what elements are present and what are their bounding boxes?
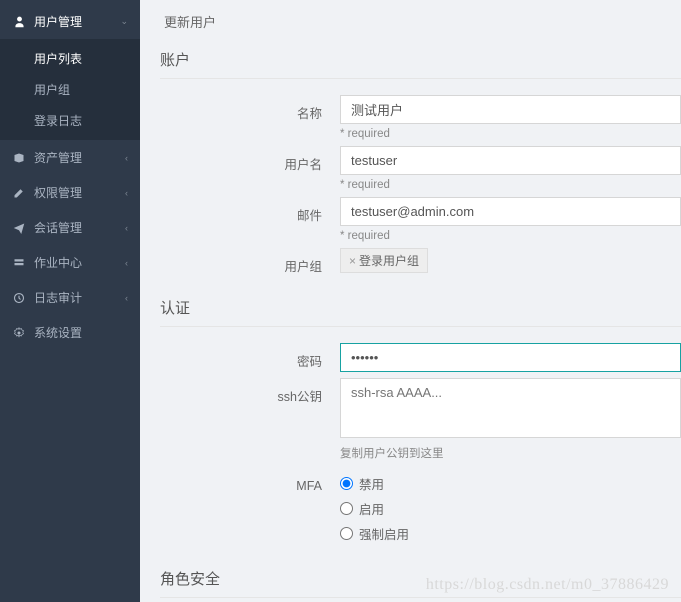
sidebar-label: 系统设置 [34,324,128,341]
send-icon [12,221,26,235]
sidebar-item-perms[interactable]: 权限管理 ‹ [0,175,140,210]
password-input[interactable] [340,343,681,372]
section-account: 账户 [160,49,681,79]
sidebar-item-assets[interactable]: 资产管理 ‹ [0,140,140,175]
name-input[interactable] [340,95,681,124]
chevron-down-icon: ⌄ [120,16,128,27]
close-icon[interactable]: × [349,254,356,268]
sidebar-item-userlist[interactable]: 用户列表 [0,43,140,74]
sidebar-submenu: 用户列表 用户组 登录日志 [0,39,140,140]
sidebar-label: 资产管理 [34,149,125,166]
mfa-force-radio[interactable]: 强制启用 [340,521,681,546]
main-content: 更新用户 账户 名称 * required 用户名 * required 邮件 [140,0,681,602]
page-title: 更新用户 [160,12,681,31]
username-input[interactable] [340,146,681,175]
chevron-left-icon: ‹ [125,293,128,303]
chevron-left-icon: ‹ [125,258,128,268]
sidebar-item-loginlog[interactable]: 登录日志 [0,105,140,136]
tag-label: 登录用户组 [359,254,419,268]
sidebar-label: 权限管理 [34,184,125,201]
watermark: https://blog.csdn.net/m0_37886429 [426,576,669,594]
sshkey-input[interactable] [340,378,681,438]
label-password: 密码 [160,343,340,370]
usergroup-tag[interactable]: ×登录用户组 [340,248,428,273]
chevron-left-icon: ‹ [125,223,128,233]
sidebar-item-jobs[interactable]: 作业中心 ‹ [0,245,140,280]
history-icon [12,291,26,305]
required-hint: * required [340,179,681,191]
sidebar-label: 用户管理 [34,13,120,30]
chevron-left-icon: ‹ [125,153,128,163]
users-icon [12,15,26,29]
label-username: 用户名 [160,146,340,173]
label-usergroup: 用户组 [160,248,340,275]
sidebar-item-audit[interactable]: 日志审计 ‹ [0,280,140,315]
cube-icon [12,151,26,165]
sshkey-hint: 复制用户公钥到这里 [340,445,681,461]
label-mfa: MFA [160,471,340,493]
sidebar: 用户管理 ⌄ 用户列表 用户组 登录日志 资产管理 ‹ 权限管理 ‹ 会 [0,0,140,602]
sidebar-label: 作业中心 [34,254,125,271]
sidebar-item-sessions[interactable]: 会话管理 ‹ [0,210,140,245]
label-sshkey: ssh公钥 [160,378,340,405]
sidebar-label: 日志审计 [34,289,125,306]
section-auth: 认证 [160,297,681,327]
label-name: 名称 [160,95,340,122]
sidebar-item-user-mgmt[interactable]: 用户管理 ⌄ [0,4,140,39]
sidebar-item-usergroup[interactable]: 用户组 [0,74,140,105]
mfa-enabled-radio[interactable]: 启用 [340,496,681,521]
edit-icon [12,186,26,200]
required-hint: * required [340,128,681,140]
gear-icon [12,326,26,340]
sidebar-item-settings[interactable]: 系统设置 [0,315,140,350]
required-hint: * required [340,230,681,242]
label-email: 邮件 [160,197,340,224]
stack-icon [12,256,26,270]
mfa-disabled-radio[interactable]: 禁用 [340,471,681,496]
sidebar-label: 会话管理 [34,219,125,236]
email-input[interactable] [340,197,681,226]
chevron-left-icon: ‹ [125,188,128,198]
